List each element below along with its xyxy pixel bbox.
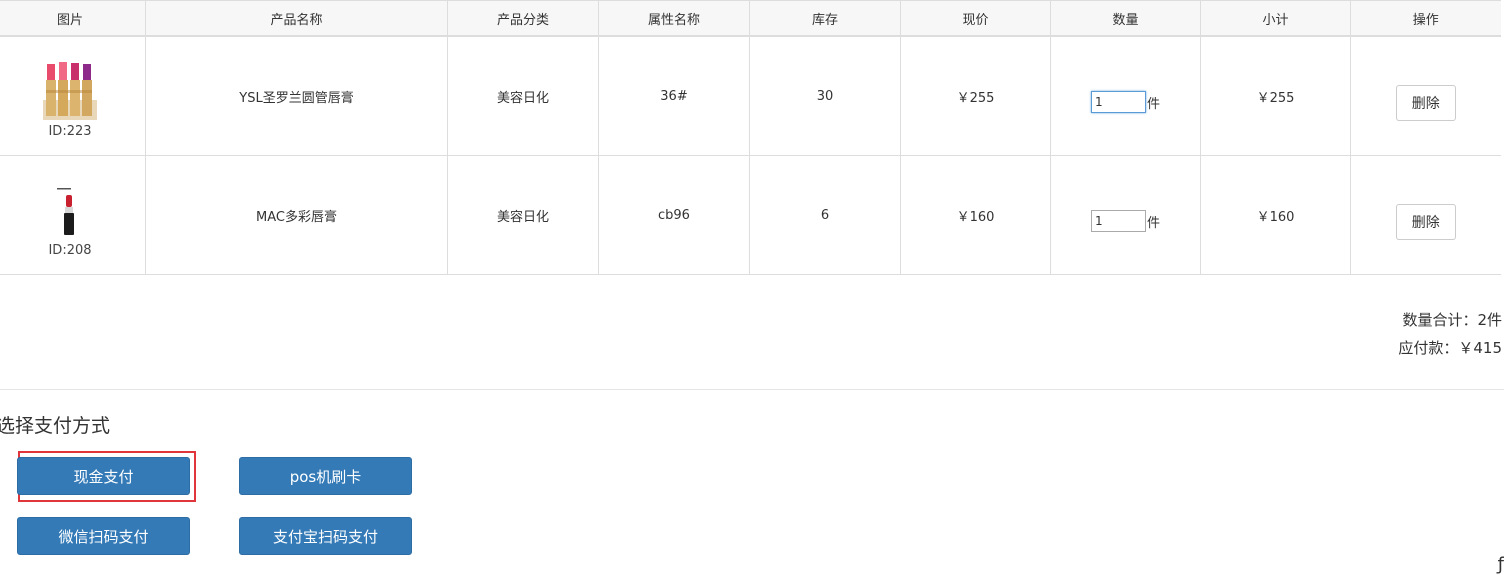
attribute-cell: cb96 xyxy=(598,155,750,275)
header-stock: 库存 xyxy=(749,0,901,37)
quantity-input[interactable] xyxy=(1090,91,1146,113)
quantity-cell: 件 xyxy=(1050,35,1201,156)
alipay-button[interactable]: 支付宝扫码支付 xyxy=(239,517,412,555)
actions-cell: 删除 xyxy=(1350,35,1501,156)
subtotal-cell: ￥255 xyxy=(1200,35,1351,156)
header-image: 图片 xyxy=(0,0,146,37)
table-row: ID:208 MAC多彩唇膏 美容日化 cb96 6 ￥160 件 ￥160 删… xyxy=(0,155,1501,275)
header-actions: 操作 xyxy=(1350,0,1501,37)
quantity-total: 数量合计：2件 xyxy=(1402,311,1502,329)
order-summary: 数量合计：2件 应付款：￥415 xyxy=(1398,306,1502,362)
wechat-pay-button[interactable]: 微信扫码支付 xyxy=(17,517,190,555)
attribute-cell: 36# xyxy=(598,35,750,156)
header-price: 现价 xyxy=(900,0,1051,37)
price-cell: ￥255 xyxy=(900,35,1051,156)
product-name-cell: YSL圣罗兰圆管唇膏 xyxy=(145,35,448,156)
amount-due: 应付款：￥415 xyxy=(1398,339,1502,357)
image-cell: ID:208 xyxy=(0,155,146,275)
cash-payment-button[interactable]: 现金支付 xyxy=(17,457,190,495)
header-category: 产品分类 xyxy=(447,0,599,37)
actions-cell: 删除 xyxy=(1350,155,1501,275)
pos-card-button[interactable]: pos机刷卡 xyxy=(239,457,412,495)
section-divider xyxy=(0,389,1504,390)
mac-lipstick-image xyxy=(57,187,74,235)
category-cell: 美容日化 xyxy=(447,35,599,156)
table-row: ID:223 YSL圣罗兰圆管唇膏 美容日化 36# 30 ￥255 件 ￥25… xyxy=(0,35,1501,156)
ysl-lipsticks-image xyxy=(43,61,97,120)
quantity-cell: 件 xyxy=(1050,155,1201,275)
price-cell: ￥160 xyxy=(900,155,1051,275)
clipped-glyph-icon: ƒ xyxy=(1497,554,1504,575)
header-attribute: 属性名称 xyxy=(598,0,750,37)
cart-table: 图片 产品名称 产品分类 属性名称 库存 现价 数量 小计 操作 ID:223 … xyxy=(0,0,1501,275)
table-header-row: 图片 产品名称 产品分类 属性名称 库存 现价 数量 小计 操作 xyxy=(0,0,1501,37)
delete-button[interactable]: 删除 xyxy=(1395,85,1456,121)
header-subtotal: 小计 xyxy=(1200,0,1351,37)
category-cell: 美容日化 xyxy=(447,155,599,275)
payment-method-title: 选择支付方式 xyxy=(0,415,111,437)
subtotal-cell: ￥160 xyxy=(1200,155,1351,275)
header-quantity: 数量 xyxy=(1050,0,1201,37)
product-id: ID:223 xyxy=(48,123,92,139)
quantity-unit: 件 xyxy=(1146,215,1160,231)
image-cell: ID:223 xyxy=(0,35,146,156)
header-product-name: 产品名称 xyxy=(145,0,448,37)
stock-cell: 6 xyxy=(749,155,901,275)
quantity-unit: 件 xyxy=(1146,96,1160,112)
delete-button[interactable]: 删除 xyxy=(1395,204,1456,240)
product-id: ID:208 xyxy=(48,242,92,258)
quantity-input[interactable] xyxy=(1090,210,1146,232)
product-name-cell: MAC多彩唇膏 xyxy=(145,155,448,275)
stock-cell: 30 xyxy=(749,35,901,156)
